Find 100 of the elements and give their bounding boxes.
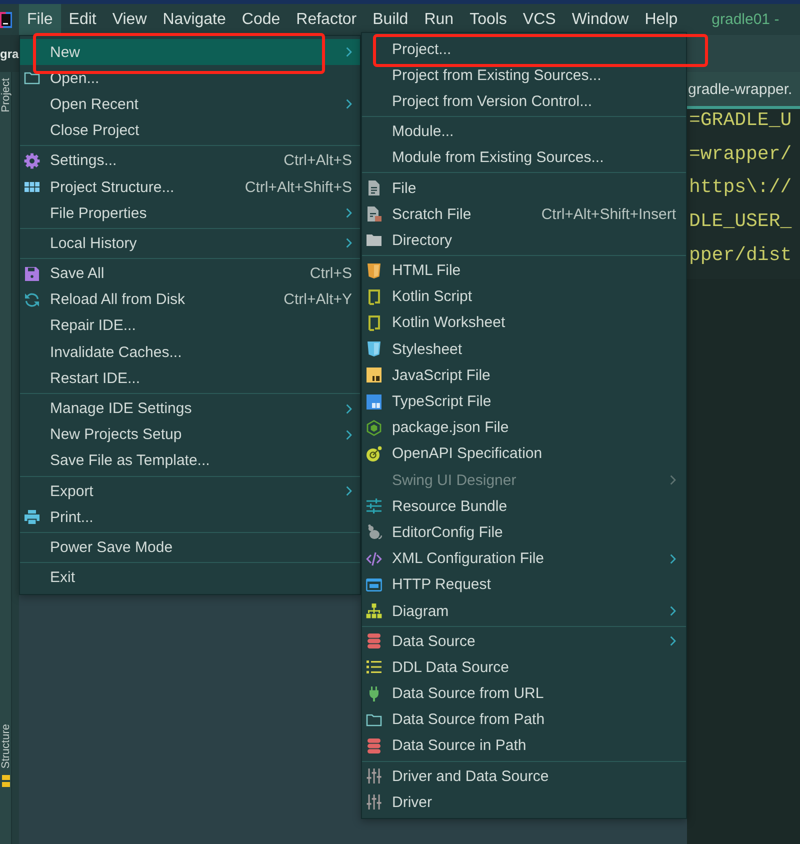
keyboard-shortcut: Ctrl+Alt+Shift+Insert (540, 206, 676, 223)
tool-window-tab[interactable]: Project (0, 78, 12, 112)
menu-item[interactable]: Scratch File Ctrl+Alt+Shift+Insert (362, 201, 686, 228)
menu-item[interactable]: Project... (362, 36, 686, 62)
folder-icon (366, 232, 382, 248)
menu-item[interactable]: Manage IDE Settings (20, 395, 360, 422)
menu-bar-item[interactable]: VCS (514, 4, 564, 35)
menu-item[interactable]: Invalidate Caches... (20, 339, 360, 366)
menu-item[interactable]: Diagram (362, 598, 686, 624)
bracket-icon (366, 314, 382, 331)
menu-item[interactable]: Save File as Template... (20, 448, 360, 474)
folder-icon (366, 712, 382, 728)
menu-item[interactable]: New (20, 39, 360, 66)
keyboard-shortcut: Ctrl+S (308, 265, 352, 282)
database-icon (366, 738, 382, 754)
menu-item[interactable]: HTML File (362, 258, 686, 284)
menu-bar-item[interactable]: Build (364, 4, 416, 35)
menu-item[interactable]: Kotlin Worksheet (362, 310, 686, 336)
printer-icon (24, 509, 40, 526)
tile-icon (366, 394, 382, 410)
window-icon (366, 576, 382, 593)
menu-item[interactable]: Driver and Data Source (362, 763, 686, 790)
menu-item[interactable]: HTTP Request (362, 572, 686, 598)
folder-icon (24, 70, 40, 86)
menu-item[interactable]: XML Configuration File (362, 546, 686, 572)
menu-item[interactable]: EditorConfig File (362, 519, 686, 546)
sliders-icon (366, 794, 382, 810)
editor-tab[interactable]: gradle-wrapper. (687, 72, 800, 109)
sliders-icon (366, 768, 382, 784)
menu-item[interactable]: Resource Bundle (362, 493, 686, 520)
menu-item[interactable]: Data Source from URL (362, 680, 686, 707)
hierarchy-icon (366, 603, 382, 620)
menu-item[interactable]: Reload All from Disk Ctrl+Alt+Y (20, 286, 360, 313)
code-line: =GRADLE_U (689, 109, 793, 133)
menu-bar-item[interactable]: Window (564, 4, 637, 35)
menu-item[interactable]: Local History (20, 230, 360, 256)
menu-item[interactable]: Restart IDE... (20, 365, 360, 392)
tool-window-tab[interactable]: Structure (0, 724, 12, 769)
document-icon (366, 206, 382, 222)
tile-icon (366, 367, 382, 384)
menu-item[interactable]: Data Source (362, 628, 686, 654)
menu-bar-item[interactable]: Tools (462, 4, 515, 35)
code-icon (366, 550, 382, 567)
menu-item[interactable]: Save All Ctrl+S (20, 260, 360, 287)
menu-bar-item[interactable]: Help (636, 4, 686, 35)
menu-item[interactable]: Repair IDE... (20, 312, 360, 340)
app-logo-icon (0, 12, 12, 28)
menu-item[interactable]: Close Project (20, 118, 360, 144)
menu-item[interactable]: New Projects Setup (20, 422, 360, 448)
bracket-icon (366, 288, 382, 305)
menu-bar-item[interactable]: Navigate (154, 4, 234, 35)
menu-item[interactable]: Data Source from Path (362, 706, 686, 733)
menu-item[interactable]: Stylesheet (362, 336, 686, 362)
menu-item[interactable]: Print... (20, 504, 360, 530)
document-icon (366, 180, 382, 196)
menu-item[interactable]: Open Recent (20, 91, 360, 118)
shield-icon (366, 262, 382, 279)
squares-icon[interactable] (2, 775, 10, 787)
hexagon-icon (366, 420, 382, 436)
mouse-icon (366, 524, 382, 540)
sliders-icon (366, 498, 382, 514)
refresh-icon (24, 292, 40, 308)
menu-item[interactable]: TypeScript File (362, 388, 686, 415)
menu-item[interactable]: Data Source in Path (362, 732, 686, 760)
menu-item[interactable]: Settings... Ctrl+Alt+S (20, 148, 360, 174)
settings-icon (24, 152, 40, 169)
code-line: pper/dist (689, 244, 793, 268)
menu-bar-item[interactable]: Code (234, 4, 288, 35)
menu-item[interactable]: package.json File (362, 414, 686, 441)
database-icon (366, 633, 382, 650)
menu-bar-item[interactable]: Edit (60, 4, 104, 35)
shield-icon (366, 341, 382, 358)
menu-bar-item[interactable]: File (19, 4, 61, 35)
keyboard-shortcut: Ctrl+Alt+Y (282, 291, 352, 308)
menu-item[interactable]: Export (20, 478, 360, 504)
menu-item[interactable]: Power Save Mode (20, 534, 360, 561)
menu-bar-item[interactable]: Refactor (288, 4, 365, 35)
disc-icon (366, 446, 382, 462)
menu-item[interactable]: Exit (20, 564, 360, 591)
menu-item[interactable]: Project from Existing Sources... (362, 62, 686, 88)
menu-item[interactable]: Kotlin Script (362, 284, 686, 310)
keyboard-shortcut: Ctrl+Alt+Shift+S (244, 178, 352, 196)
code-line: DLE_USER_ (689, 210, 793, 234)
list-icon (366, 659, 382, 676)
menu-item[interactable]: OpenAPI Specification (362, 440, 686, 467)
menu-item[interactable]: Module from Existing Sources... (362, 144, 686, 171)
menu-item[interactable]: File (362, 174, 686, 202)
menu-item[interactable]: DDL Data Source (362, 654, 686, 680)
keyboard-shortcut: Ctrl+Alt+S (282, 152, 352, 170)
menu-item[interactable]: Directory (362, 227, 686, 254)
menu-bar-item[interactable]: Run (416, 4, 462, 35)
menu-item[interactable]: Driver (362, 789, 686, 816)
code-line: =wrapper/ (689, 142, 793, 167)
window-title: gradle01 - (712, 11, 780, 28)
menu-item[interactable]: Project Structure... Ctrl+Alt+Shift+S (20, 174, 360, 200)
menu-item[interactable]: File Properties (20, 200, 360, 226)
menu-item[interactable]: Module... (362, 118, 686, 145)
menu-item[interactable]: Project from Version Control... (362, 88, 686, 115)
menu-bar-item[interactable]: View (104, 4, 155, 35)
menu-item[interactable]: JavaScript File (362, 362, 686, 388)
